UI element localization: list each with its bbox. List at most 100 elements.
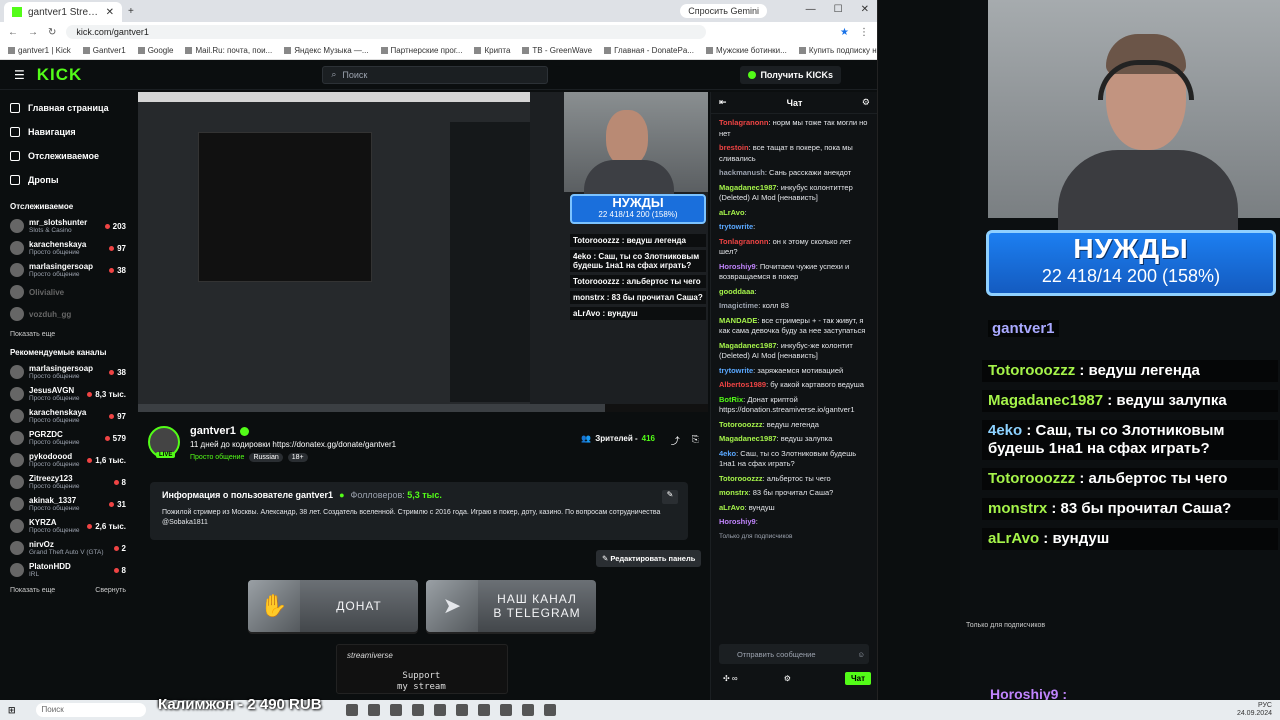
channel-item[interactable]: PGRZDC Просто общение 579 xyxy=(10,427,126,449)
bookmark-item[interactable]: Купить подписку на... xyxy=(798,46,877,55)
edit-panels-button[interactable]: ✎ Редактировать панель xyxy=(596,550,702,567)
streamer-name[interactable]: gantver1 xyxy=(190,425,236,437)
search-input[interactable]: ⌕ Поиск xyxy=(322,65,549,84)
taskbar-app-icon[interactable] xyxy=(521,704,534,716)
chat-username[interactable]: monstrx xyxy=(719,488,749,497)
maximize-icon[interactable]: ☐ xyxy=(834,4,843,15)
chat-username[interactable]: trytowrite xyxy=(719,366,753,375)
gemini-button[interactable]: Спросить Gemini xyxy=(680,4,767,18)
chat-username[interactable]: brestoin xyxy=(719,143,749,152)
new-tab-icon[interactable]: + xyxy=(128,6,134,17)
taskbar-app-icon[interactable] xyxy=(345,704,358,716)
collapse-chat-icon[interactable]: ⇤ xyxy=(719,97,727,108)
show-more-following[interactable]: Показать еще xyxy=(10,331,55,338)
category-link[interactable]: Просто общение xyxy=(190,454,244,461)
menu-icon[interactable]: ⋮ xyxy=(859,27,869,38)
chat-username[interactable]: Tonlagranonn xyxy=(719,237,768,246)
chat-settings-icon[interactable]: ⚙ xyxy=(784,674,791,683)
channel-item[interactable]: mr_slotshunter Slots & Casino 203 xyxy=(10,215,126,237)
bookmark-item[interactable]: ТВ - GreenWave xyxy=(522,46,592,55)
player-progress[interactable] xyxy=(138,404,708,412)
channel-item[interactable]: KYRZA Просто общение 2,6 тыс. xyxy=(10,515,126,537)
share-icon[interactable]: ⤴ xyxy=(671,434,680,447)
channel-item[interactable]: Zitreezy123 Просто общение 8 xyxy=(10,471,126,493)
url-input[interactable]: kick.com/gantver1 xyxy=(66,25,707,39)
chat-username[interactable]: Imagictime xyxy=(719,301,758,310)
taskbar-app-icon[interactable] xyxy=(433,704,446,716)
chat-username[interactable]: Magadanec1987 xyxy=(719,183,777,192)
channel-item[interactable]: PlatonHDD IRL 8 xyxy=(10,559,126,581)
back-icon[interactable]: ← xyxy=(8,27,18,38)
minimize-icon[interactable]: — xyxy=(806,4,816,15)
chat-username[interactable]: MANDADE xyxy=(719,316,757,325)
star-icon[interactable]: ★ xyxy=(840,27,849,38)
nav-item[interactable]: Навигация xyxy=(10,120,126,144)
chat-username[interactable]: Totorooozzz xyxy=(719,474,763,483)
telegram-panel[interactable]: ➤ НАШ КАНАЛ В TELEGRAM xyxy=(426,580,596,632)
forward-icon[interactable]: → xyxy=(28,27,38,38)
chat-username[interactable]: aLrAvo xyxy=(719,503,745,512)
nav-item[interactable]: Отслеживаемое xyxy=(10,144,126,168)
nav-item[interactable]: Дропы xyxy=(10,168,126,192)
channel-item[interactable]: karachenskaya Просто общение 97 xyxy=(10,405,126,427)
edit-about-icon[interactable]: ✎ xyxy=(662,490,678,504)
taskbar-search[interactable]: Поиск xyxy=(35,703,146,717)
channel-item[interactable]: marlasingersoap Просто общение 38 xyxy=(10,259,126,281)
channel-item[interactable]: karachenskaya Просто общение 97 xyxy=(10,237,126,259)
chat-users-icon[interactable]: ⚙ xyxy=(862,97,870,108)
bookmark-item[interactable]: Мужские ботинки... xyxy=(705,46,787,55)
close-window-icon[interactable]: ✕ xyxy=(861,4,869,15)
bookmark-item[interactable]: Партнерские прог... xyxy=(380,46,462,55)
channel-item[interactable]: vozduh_gg xyxy=(10,303,126,325)
video-player[interactable]: НУЖДЫ 22 418/14 200 (158%) Totorooozzz :… xyxy=(138,92,708,412)
channel-item[interactable]: Olivialive xyxy=(10,281,126,303)
chat-username[interactable]: BotRix xyxy=(719,395,743,404)
chat-username[interactable]: Tonlagranonn xyxy=(719,118,768,127)
clip-icon[interactable]: ⎘ xyxy=(692,434,699,447)
channel-item[interactable]: nirvOz Grand Theft Auto V (GTA) 2 xyxy=(10,537,126,559)
chat-username[interactable]: Albertos1989 xyxy=(719,380,766,389)
chat-username[interactable]: gooddaaa xyxy=(719,287,754,296)
bookmark-item[interactable]: Крипта xyxy=(474,46,510,55)
show-more-recommended[interactable]: Показать еще xyxy=(10,587,55,594)
chat-username[interactable]: Totorooozzz xyxy=(719,420,763,429)
channel-item[interactable]: JesusAVGN Просто общение 8,3 тыс. xyxy=(10,383,126,405)
close-tab-icon[interactable]: ✕ xyxy=(106,7,114,18)
channel-item[interactable]: akinak_1337 Просто общение 31 xyxy=(10,493,126,515)
language-tag[interactable]: Russian xyxy=(249,453,283,462)
taskbar-app-icon[interactable] xyxy=(477,704,490,716)
chat-username[interactable]: Magadanec1987 xyxy=(719,434,777,443)
kicks-balance-icon[interactable]: ✣ ∞ xyxy=(723,674,738,683)
bookmark-item[interactable]: Яндекс Музыка —... xyxy=(284,46,369,55)
windows-start-icon[interactable]: ⊞ xyxy=(8,705,16,716)
chat-username[interactable]: Magadanec1987 xyxy=(719,341,777,350)
taskbar-app-icon[interactable] xyxy=(411,704,424,716)
chat-username[interactable]: 4eko xyxy=(719,449,736,458)
bookmark-item[interactable]: Главная - DonatePa... xyxy=(604,46,694,55)
taskbar-app-icon[interactable] xyxy=(499,704,512,716)
chat-username[interactable]: Horoshiy9 xyxy=(719,517,756,526)
collapse-link[interactable]: Свернуть xyxy=(95,587,126,594)
taskbar-app-icon[interactable] xyxy=(543,704,556,716)
taskbar-app-icon[interactable] xyxy=(389,704,402,716)
chat-username[interactable]: Horoshiy9 xyxy=(719,262,756,271)
donate-panel[interactable]: ✋ ДОНАТ xyxy=(248,580,418,632)
age-tag[interactable]: 18+ xyxy=(287,453,308,462)
bookmark-item[interactable]: Gantver1 xyxy=(82,46,126,55)
chat-username[interactable]: trytowrite xyxy=(719,222,753,231)
chat-username[interactable]: hackmanush xyxy=(719,168,765,177)
bookmark-item[interactable]: gantver1 | Kick xyxy=(8,46,71,55)
channel-item[interactable]: pykodoood Просто общение 1,6 тыс. xyxy=(10,449,126,471)
taskbar-app-icon[interactable] xyxy=(367,704,380,716)
browser-tab[interactable]: gantver1 Stream - Watch Live ... ✕ xyxy=(4,2,122,22)
hamburger-icon[interactable]: ☰ xyxy=(14,68,25,82)
bookmark-item[interactable]: Google xyxy=(137,46,173,55)
kick-logo[interactable]: KICK xyxy=(37,65,83,85)
reload-icon[interactable]: ↻ xyxy=(48,27,56,38)
streamiverse-panel[interactable]: streamiverse Support my stream xyxy=(336,644,508,694)
get-kicks-button[interactable]: Получить KICKs xyxy=(740,65,841,84)
emoji-icon[interactable]: ☺ xyxy=(857,650,865,659)
taskbar-lang[interactable]: РУС xyxy=(1237,702,1272,710)
channel-item[interactable]: marlasingersoap Просто общение 38 xyxy=(10,361,126,383)
chat-username[interactable]: aLrAvo xyxy=(719,208,745,217)
